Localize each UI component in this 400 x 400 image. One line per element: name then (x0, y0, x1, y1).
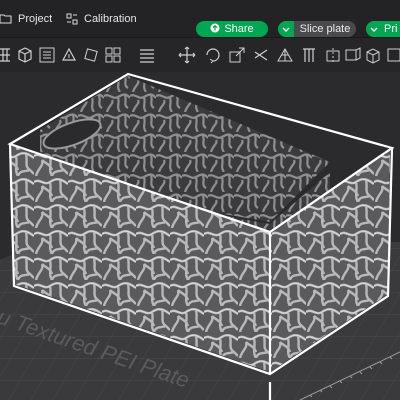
top-bar: Project Calibration Share Slice plate Pr… (0, 0, 400, 38)
assembly-icon[interactable] (386, 46, 400, 64)
print-plate-button[interactable]: Pri (382, 21, 400, 37)
toolbar (0, 38, 400, 72)
rotate-3d-icon[interactable] (204, 46, 222, 64)
list-view-icon[interactable] (138, 46, 156, 64)
share-button[interactable]: Share (196, 21, 268, 37)
tab-project[interactable]: Project (0, 10, 52, 28)
text-icon[interactable] (344, 46, 362, 64)
scale-icon[interactable] (228, 46, 246, 64)
arrange-icon[interactable] (104, 46, 122, 64)
upload-icon (210, 23, 220, 36)
mesh-icon[interactable] (276, 46, 294, 64)
move-icon[interactable] (178, 46, 196, 64)
cube-add-icon[interactable] (16, 46, 34, 64)
seam-icon[interactable] (324, 46, 342, 64)
grid-icon[interactable] (0, 46, 12, 64)
3d-viewport[interactable]: u Textured PEI Plate (0, 72, 400, 400)
print-label: Pri (384, 23, 398, 35)
support-icon[interactable] (300, 46, 318, 64)
slice-options-dropdown[interactable] (278, 21, 294, 37)
tab-project-label: Project (18, 13, 53, 25)
print-options-dropdown[interactable] (366, 21, 382, 37)
slice-label: Slice plate (299, 23, 351, 35)
calibration-icon (66, 13, 78, 25)
chevron-down-icon (282, 20, 290, 38)
tab-calibration-label: Calibration (84, 13, 137, 25)
folder-icon (0, 14, 12, 24)
chevron-down-icon (370, 20, 378, 38)
cut-icon[interactable] (252, 46, 270, 64)
slice-plate-button[interactable]: Slice plate (294, 21, 356, 37)
list-icon[interactable] (38, 46, 56, 64)
tab-calibration[interactable]: Calibration (66, 10, 137, 28)
share-label: Share (224, 23, 254, 35)
view-cube-icon[interactable] (364, 46, 382, 64)
orient-icon[interactable] (60, 46, 78, 64)
rotate-icon[interactable] (82, 46, 100, 64)
